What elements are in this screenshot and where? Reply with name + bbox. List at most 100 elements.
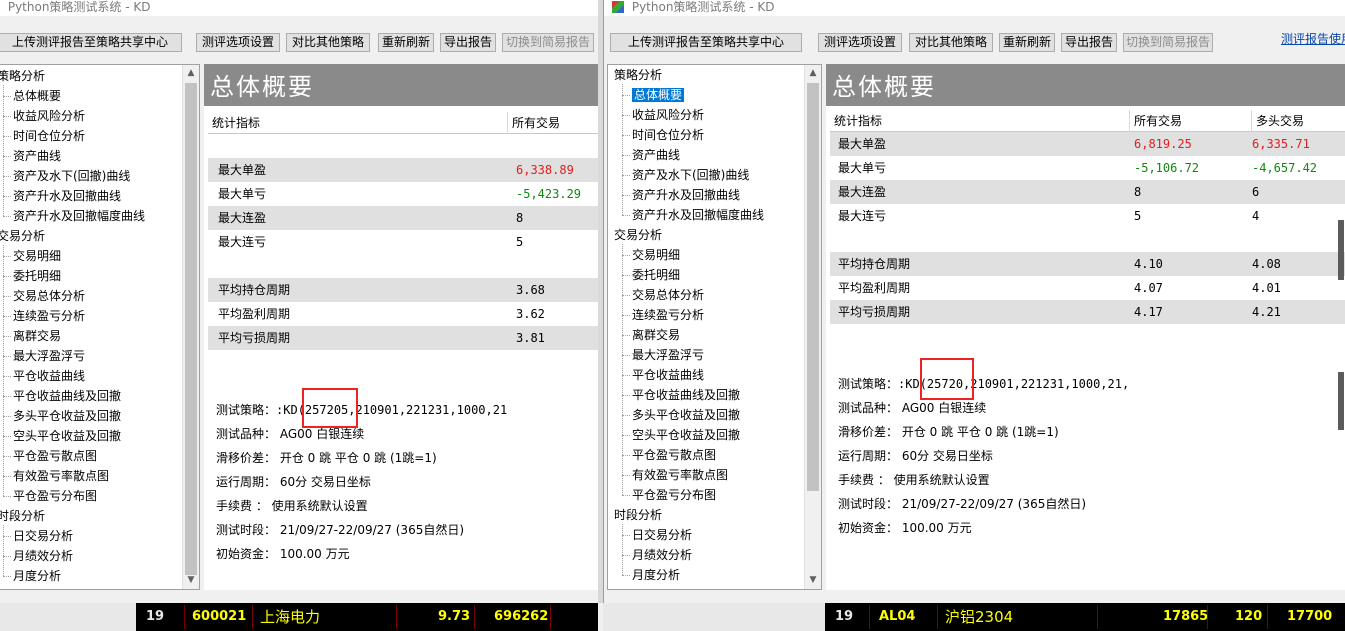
tree-item[interactable]: 总体概要: [13, 87, 61, 105]
tree-item[interactable]: 资产升水及回撤幅度曲线: [632, 206, 764, 224]
tree-item[interactable]: 资产升水及回撤曲线: [632, 186, 740, 204]
column-header-all-trades[interactable]: 所有交易: [508, 112, 598, 134]
tree-item[interactable]: 资产曲线: [632, 146, 680, 164]
tree-item[interactable]: 日交易分析: [632, 526, 692, 544]
switch-simple-report-button[interactable]: 切换到简易报告: [502, 33, 594, 52]
tree-item[interactable]: 时间仓位分析: [13, 127, 85, 145]
tree-connector: [3, 416, 11, 417]
tree-item[interactable]: 资产升水及回撤曲线: [13, 187, 121, 205]
export-report-button[interactable]: 导出报告: [440, 33, 496, 52]
tree-item[interactable]: 最大浮盈浮亏: [632, 346, 704, 364]
column-header-metric[interactable]: 统计指标: [830, 110, 1130, 132]
tree-item[interactable]: 交易总体分析: [13, 287, 85, 305]
tree-item[interactable]: 连续盈亏分析: [13, 307, 85, 325]
tree-item[interactable]: 资产及水下(回撤)曲线: [632, 166, 749, 184]
test-options-button[interactable]: 测评选项设置: [818, 33, 902, 52]
ticker-name[interactable]: 沪铝2304: [945, 603, 1013, 631]
tree-item[interactable]: 多头平仓收益及回撤: [13, 407, 121, 425]
tree-connector: [622, 175, 630, 176]
tree-group[interactable]: 交易分析: [614, 226, 662, 244]
tree-connector: [3, 376, 11, 377]
tree-item[interactable]: 月度分析: [13, 567, 61, 585]
compare-strategy-button[interactable]: 对比其他策略: [286, 33, 370, 52]
tree-item[interactable]: 平仓收益曲线: [632, 366, 704, 384]
tree-item[interactable]: 平仓收益曲线及回撤: [13, 387, 121, 405]
tree-item[interactable]: 平仓盈亏分布图: [13, 487, 97, 505]
column-header-long-trades[interactable]: 多头交易: [1252, 110, 1345, 132]
tree-item[interactable]: 最大浮盈浮亏: [13, 347, 85, 365]
tree-item[interactable]: 月绩效分析: [632, 546, 692, 564]
tree-item[interactable]: 连续盈亏分析: [632, 306, 704, 324]
ticker-code[interactable]: 600021: [192, 603, 246, 631]
chevron-down-icon[interactable]: ▼: [183, 572, 199, 589]
tree-connector: [622, 524, 623, 575]
compare-strategy-button[interactable]: 对比其他策略: [909, 33, 993, 52]
tree-group[interactable]: 时段分析: [0, 507, 45, 525]
ticker-code[interactable]: AL04: [879, 603, 915, 631]
tree-item[interactable]: 平仓收益曲线: [13, 367, 85, 385]
tree-item[interactable]: 平仓收益曲线及回撤: [632, 386, 740, 404]
upload-report-button[interactable]: 上传测评报告至策略共享中心: [610, 33, 802, 52]
scrollbar-thumb[interactable]: [185, 83, 197, 575]
column-header-all-trades[interactable]: 所有交易: [1130, 110, 1252, 132]
right-analysis-tree[interactable]: ▲ ▼ 策略分析总体概要收益风险分析 时间仓位分析 资产曲线资产及水下(回撤)曲线资…: [607, 64, 822, 590]
tree-item[interactable]: 多头平仓收益及回撤: [632, 406, 740, 424]
highlight-box: [302, 388, 358, 428]
tree-group[interactable]: 策略分析: [0, 67, 45, 85]
tree-item[interactable]: 收益风险分析: [13, 107, 85, 125]
tree-item[interactable]: 收益风险分析: [632, 106, 704, 124]
chevron-up-icon[interactable]: ▲: [183, 65, 199, 82]
side-scroll-indicator[interactable]: [1338, 372, 1344, 430]
scrollbar-thumb[interactable]: [807, 83, 819, 491]
tree-connector: [622, 155, 630, 156]
tree-item[interactable]: 空头平仓收益及回撤: [13, 427, 121, 445]
column-header-metric[interactable]: 统计指标: [208, 112, 508, 134]
test-options-button[interactable]: 测评选项设置: [196, 33, 280, 52]
tree-item[interactable]: 资产及水下(回撤)曲线: [13, 167, 130, 185]
tree-item[interactable]: 离群交易: [632, 326, 680, 344]
report-usage-link[interactable]: 测评报告使用: [1281, 30, 1345, 47]
left-analysis-tree[interactable]: ▲ ▼ 策略分析总体概要收益风险分析 时间仓位分析 资产曲线资产及水下(回撤)曲线资…: [0, 64, 200, 590]
tree-item[interactable]: 月绩效分析: [13, 547, 73, 565]
side-scroll-indicator[interactable]: [1338, 220, 1344, 280]
tree-item[interactable]: 交易明细: [13, 247, 61, 265]
chevron-up-icon[interactable]: ▲: [805, 65, 821, 82]
tree-group[interactable]: 时段分析: [614, 506, 662, 524]
slippage-info: 滑移价差： 开仓 0 跳 平仓 0 跳 (1跳=1): [838, 425, 1059, 439]
table-row: 平均亏损周期 4.17 4.21: [830, 300, 1345, 324]
refresh-button[interactable]: 重新刷新: [378, 33, 434, 52]
tree-group[interactable]: 策略分析: [614, 66, 662, 84]
tree-item[interactable]: 平仓盈亏散点图: [13, 447, 97, 465]
tree-connector: [622, 195, 630, 196]
tree-item[interactable]: 有效盈亏率散点图: [13, 467, 109, 485]
tree-item[interactable]: 空头平仓收益及回撤: [632, 426, 740, 444]
switch-simple-report-button[interactable]: 切换到简易报告: [1123, 33, 1213, 52]
export-report-button[interactable]: 导出报告: [1061, 33, 1117, 52]
tree-item[interactable]: 时间仓位分析: [632, 126, 704, 144]
tree-item[interactable]: 平仓盈亏散点图: [632, 446, 716, 464]
tree-item[interactable]: 月度分析: [632, 566, 680, 584]
tree-scrollbar[interactable]: ▲ ▼: [182, 65, 199, 589]
tree-connector: [3, 176, 11, 177]
tree-item[interactable]: 交易明细: [632, 246, 680, 264]
tree-item[interactable]: 平仓盈亏分布图: [632, 486, 716, 504]
tree-item[interactable]: 资产曲线: [13, 147, 61, 165]
tree-item[interactable]: 委托明细: [632, 266, 680, 284]
tree-item[interactable]: 交易总体分析: [632, 286, 704, 304]
tree-item[interactable]: 离群交易: [13, 327, 61, 345]
tree-connector: [3, 85, 4, 216]
tree-connector: [622, 415, 630, 416]
tree-item[interactable]: 日交易分析: [13, 527, 73, 545]
tree-item[interactable]: 有效盈亏率散点图: [632, 466, 728, 484]
tree-group[interactable]: 交易分析: [0, 227, 45, 245]
refresh-button[interactable]: 重新刷新: [999, 33, 1055, 52]
tree-scrollbar[interactable]: ▲ ▼: [804, 65, 821, 589]
chevron-down-icon[interactable]: ▼: [805, 572, 821, 589]
tree-item[interactable]: 资产升水及回撤幅度曲线: [13, 207, 145, 225]
tree-item[interactable]: 总体概要: [632, 86, 685, 104]
fee-info: 手续费 ： 使用系统默认设置: [838, 473, 990, 487]
window-title: Python策略测试系统 - KD: [7, 0, 151, 14]
ticker-name[interactable]: 上海电力: [260, 603, 320, 631]
tree-item[interactable]: 委托明细: [13, 267, 61, 285]
upload-report-button[interactable]: 上传测评报告至策略共享中心: [0, 33, 182, 52]
